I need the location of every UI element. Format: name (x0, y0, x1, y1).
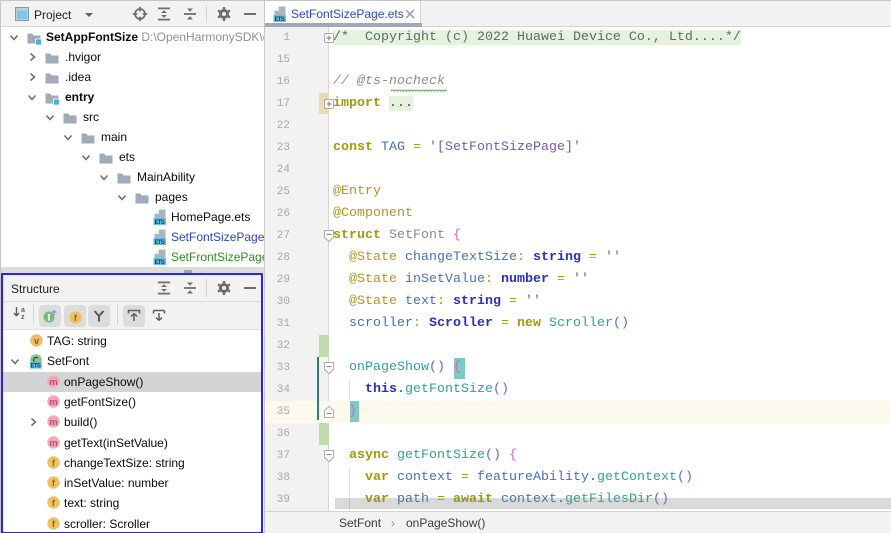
svg-text:I: I (47, 313, 51, 323)
svg-text:m: m (49, 438, 57, 449)
svg-text:m: m (49, 377, 57, 388)
svg-text:ETS: ETS (274, 16, 285, 22)
svg-text:m: m (49, 397, 57, 408)
svg-text:ETS: ETS (30, 364, 40, 370)
svg-text:m: m (49, 417, 57, 428)
svg-text:v: v (34, 336, 40, 347)
svg-text:ETS: ETS (154, 259, 165, 265)
svg-text:ETS: ETS (154, 239, 165, 245)
svg-text:ETS: ETS (154, 219, 165, 225)
svg-text:z: z (21, 314, 25, 320)
svg-text:a: a (21, 307, 25, 314)
